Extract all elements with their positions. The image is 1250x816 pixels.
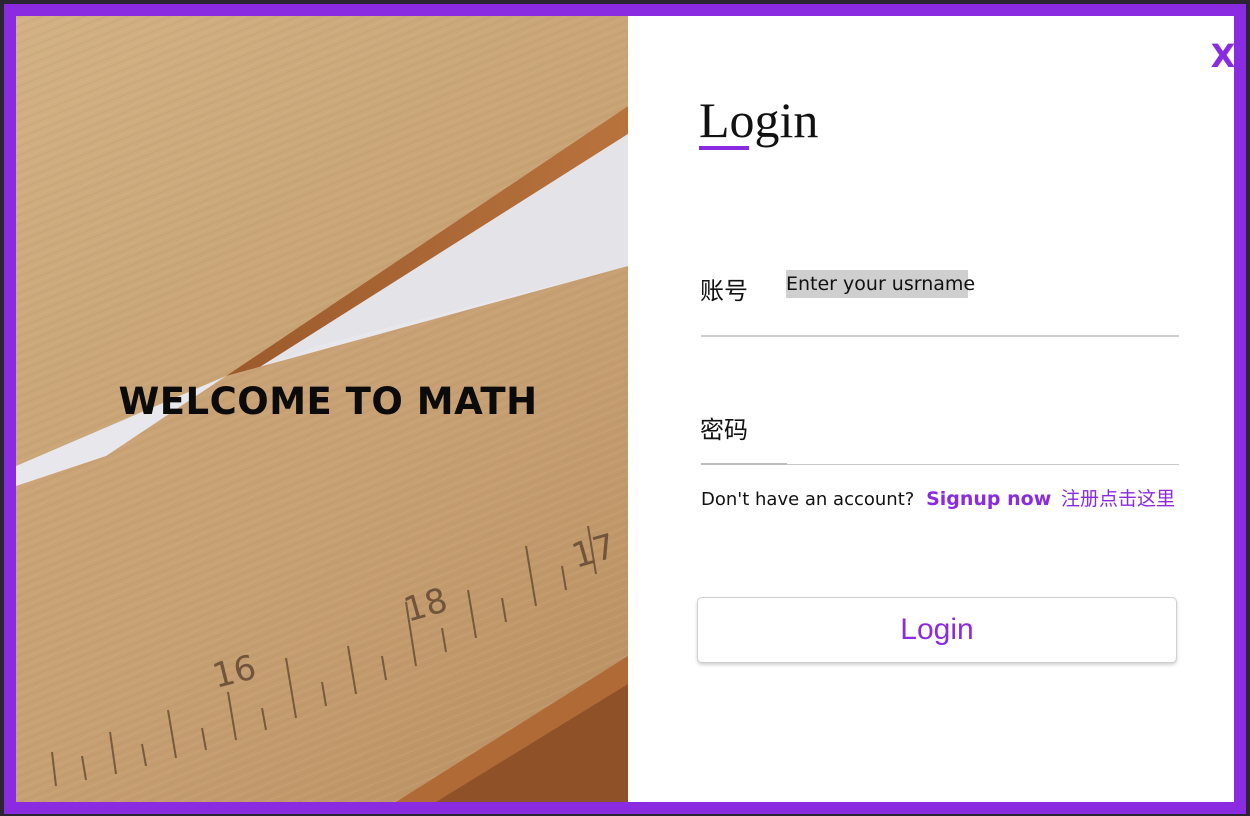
hero-title: WELCOME TO MATH bbox=[118, 380, 538, 423]
page-title: Login bbox=[699, 92, 819, 148]
signup-prompt: Don't have an account? bbox=[701, 489, 915, 510]
signup-link[interactable]: Signup now bbox=[926, 488, 1051, 510]
hero-image-panel: 16 18 17 WELCOME TO MATH bbox=[16, 16, 628, 802]
heading-underline bbox=[699, 146, 749, 150]
signup-link-cn[interactable]: 注册点击这里 bbox=[1061, 488, 1175, 510]
password-input[interactable] bbox=[786, 410, 1170, 440]
login-panel: X Login 账号 密码 Don't have an account? Sig… bbox=[628, 16, 1234, 802]
login-button[interactable]: Login bbox=[697, 597, 1177, 663]
close-button[interactable]: X bbox=[1206, 36, 1234, 76]
signup-row: Don't have an account? Signup now 注册点击这里 bbox=[701, 484, 1175, 511]
username-input[interactable] bbox=[786, 270, 1170, 298]
login-window: 16 18 17 WELCOME TO MATH X Login 账号 密码 D… bbox=[4, 4, 1246, 814]
username-label: 账号 bbox=[700, 277, 748, 305]
username-divider bbox=[701, 335, 1179, 337]
password-divider-accent bbox=[701, 463, 787, 465]
password-label: 密码 bbox=[700, 416, 748, 444]
